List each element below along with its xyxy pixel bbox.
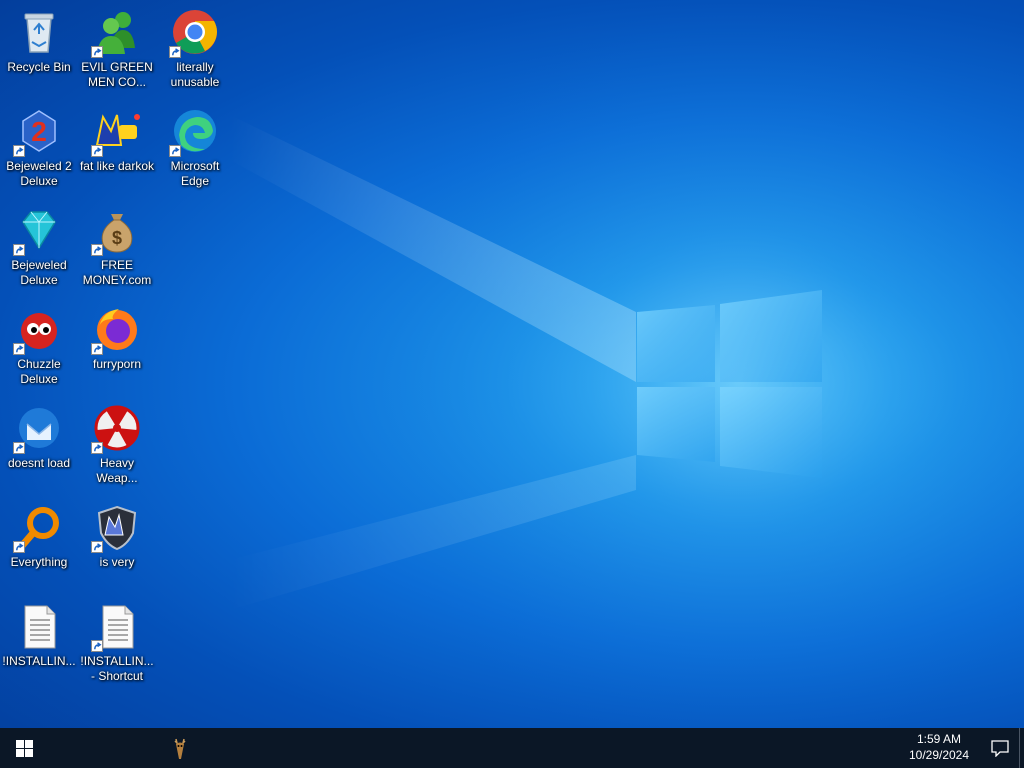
everything-search-icon [13, 503, 63, 553]
svg-text:$: $ [112, 228, 122, 248]
shortcut-arrow-icon [169, 145, 181, 157]
mpi-shield-icon [91, 503, 141, 553]
shortcut-arrow-icon [169, 46, 181, 58]
desktop-icon-doesnt-load[interactable]: doesnt load [1, 400, 77, 496]
desktop-icon-microsoft-edge[interactable]: Microsoft Edge [157, 103, 233, 199]
desktop-icon-label: FREE MONEY.com [82, 258, 152, 287]
desktop-icon-everything[interactable]: Everything [1, 499, 77, 595]
clock-date: 10/29/2024 [908, 748, 970, 762]
clock-time: 1:59 AM [916, 732, 962, 746]
shortcut-arrow-icon [13, 343, 25, 355]
desktop-icon-label: Everything [10, 555, 68, 569]
messenger-people-icon [91, 8, 141, 58]
shortcut-arrow-icon [91, 442, 103, 454]
desktop-icon-heavy-weapon[interactable]: Heavy Weap... [79, 400, 155, 496]
desktop-icon-label: literally unusable [170, 60, 220, 89]
show-desktop-button[interactable] [1019, 728, 1024, 768]
desktop-icon-chuzzle-deluxe[interactable]: Chuzzle Deluxe [1, 301, 77, 397]
shortcut-arrow-icon [91, 244, 103, 256]
desktop-icon-label: !INSTALLIN... - Shortcut [80, 654, 154, 683]
chuzzle-icon [13, 305, 63, 355]
desktop-icon-label: Microsoft Edge [170, 159, 220, 188]
edge-icon [169, 107, 219, 157]
money-bag-icon: $ [91, 206, 141, 256]
action-center-icon [991, 739, 1009, 757]
desktop-icon-installing-file[interactable]: !INSTALLIN... [1, 598, 77, 694]
desktop-icon-bejeweled-deluxe[interactable]: Bejeweled Deluxe [1, 202, 77, 298]
desktop-icon-evil-green-men[interactable]: EVIL GREEN MEN CO... [79, 4, 155, 100]
shortcut-arrow-icon [13, 442, 25, 454]
desktop-icon-installing-shortcut[interactable]: !INSTALLIN... - Shortcut [79, 598, 155, 694]
desktop-icon-free-money[interactable]: $ FREE MONEY.com [79, 202, 155, 298]
gem-icon [13, 206, 63, 256]
shortcut-arrow-icon [91, 640, 103, 652]
recycle-bin-icon [15, 8, 63, 56]
svg-text:2: 2 [31, 116, 47, 147]
shortcut-arrow-icon [13, 244, 25, 256]
desktop-icon-is-very[interactable]: is very [79, 499, 155, 595]
text-file-icon [91, 602, 141, 652]
action-center-button[interactable] [980, 728, 1020, 768]
desktop-icon-label: doesnt load [7, 456, 71, 470]
shortcut-arrow-icon [91, 343, 103, 355]
shortcut-arrow-icon [91, 145, 103, 157]
text-file-icon [15, 602, 63, 650]
desktop-icon-label: Recycle Bin [7, 60, 71, 74]
firefox-icon [91, 305, 141, 355]
shortcut-arrow-icon [13, 541, 25, 553]
desktop-icon-label: Chuzzle Deluxe [17, 357, 61, 386]
desktop-icon-label: fat like darkok [79, 159, 155, 173]
desktop-icon-furryporn[interactable]: furryporn [79, 301, 155, 397]
start-button[interactable] [0, 728, 48, 768]
mpi-logo-icon [91, 107, 141, 157]
thunderbird-icon [13, 404, 63, 454]
taskbar: 1:59 AM 10/29/2024 [0, 728, 1024, 768]
desktop-icon-label: Heavy Weap... [96, 456, 138, 485]
taskbar-app-button[interactable] [160, 728, 200, 768]
desktop-icon-label: Bejeweled 2 Deluxe [6, 159, 72, 188]
shortcut-arrow-icon [13, 145, 25, 157]
desktop-icon-label: Bejeweled Deluxe [11, 258, 67, 287]
desktop-icon-chrome[interactable]: literally unusable [157, 4, 233, 100]
radiation-icon [91, 404, 141, 454]
deer-app-icon [174, 738, 186, 759]
bejeweled-2-icon: 2 [13, 107, 63, 157]
shortcut-arrow-icon [91, 46, 103, 58]
desktop-icon-label: EVIL GREEN MEN CO... [81, 60, 153, 89]
windows-logo-icon [15, 739, 33, 757]
desktop-icon-bejeweled-2[interactable]: 2 Bejeweled 2 Deluxe [1, 103, 77, 199]
system-clock[interactable]: 1:59 AM 10/29/2024 [896, 731, 982, 765]
desktop-icon-label: is very [99, 555, 135, 569]
chrome-icon [169, 8, 219, 58]
desktop-icon-recycle-bin[interactable]: Recycle Bin [1, 4, 77, 100]
shortcut-arrow-icon [91, 541, 103, 553]
desktop-icon-fat-like-darkok[interactable]: fat like darkok [79, 103, 155, 199]
desktop-icon-label: !INSTALLIN... [2, 654, 76, 668]
desktop-icon-label: furryporn [92, 357, 142, 371]
